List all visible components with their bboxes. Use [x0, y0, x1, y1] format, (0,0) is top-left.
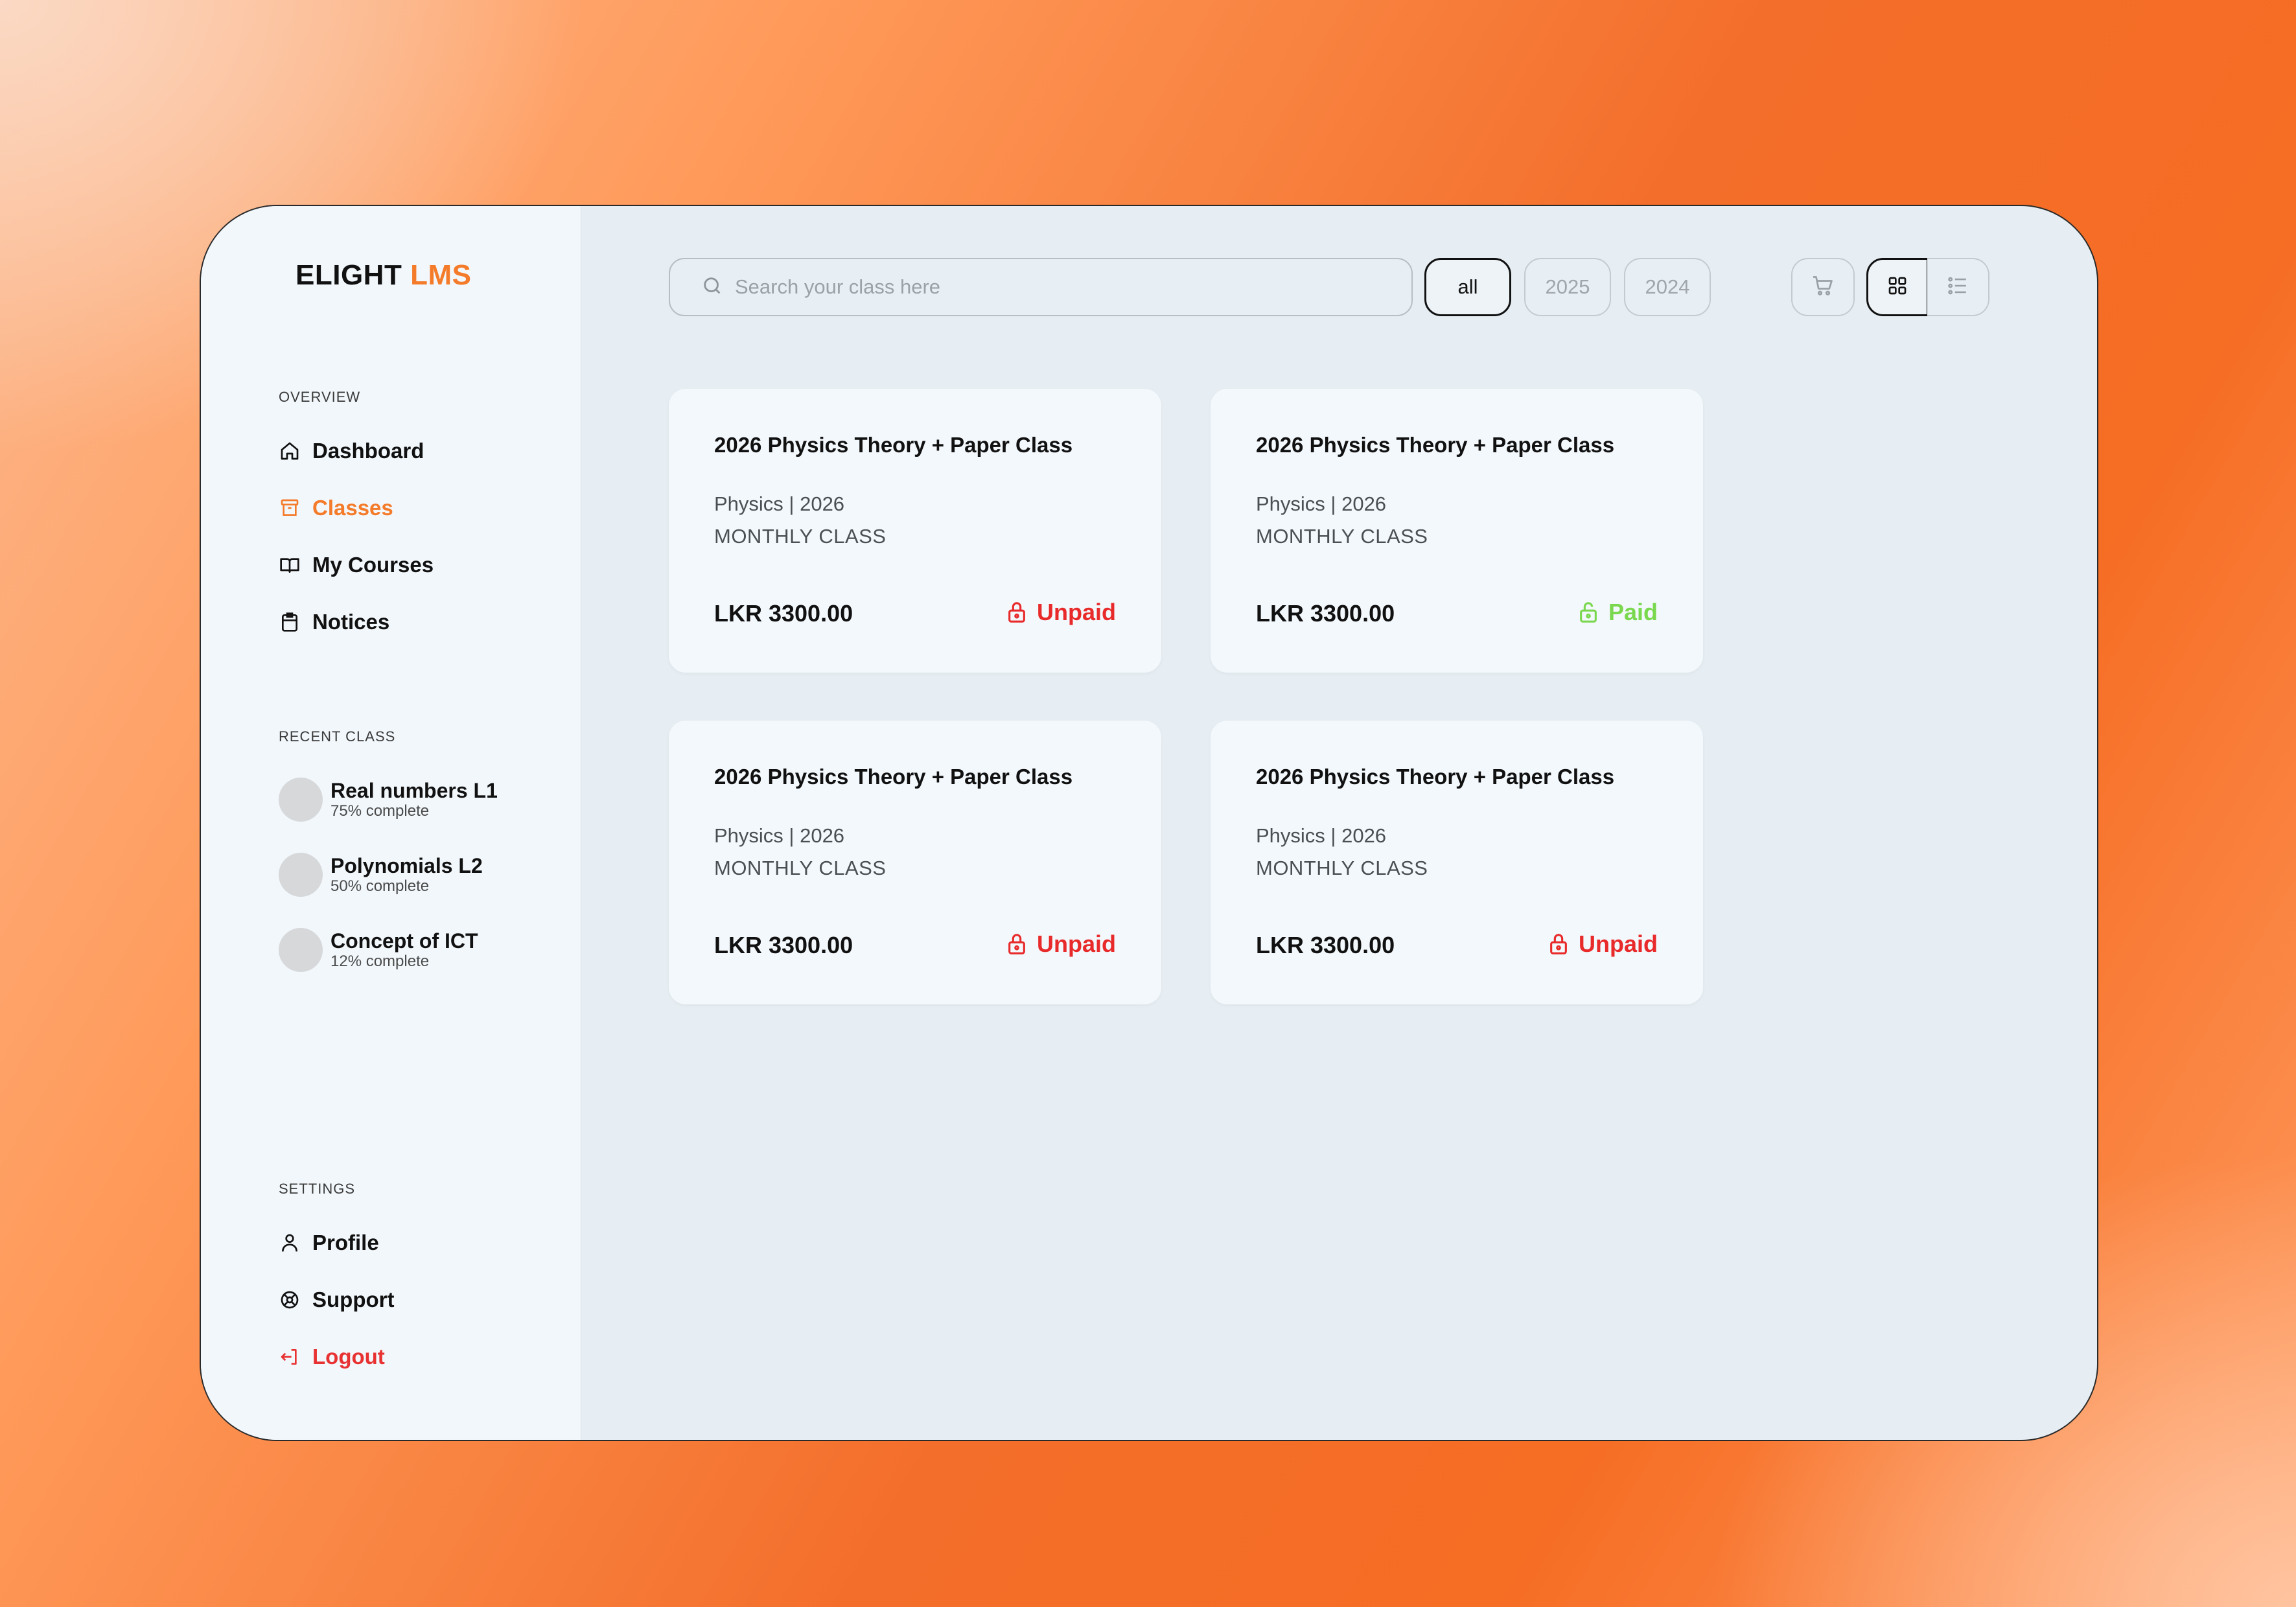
home-icon: [279, 440, 301, 462]
brand-accent: LMS: [410, 259, 472, 291]
sidebar-item-logout[interactable]: Logout: [279, 1337, 385, 1376]
sidebar-item-notices[interactable]: Notices: [279, 603, 389, 642]
brand-name: ELIGHT: [296, 259, 402, 291]
payment-status: Unpaid: [1549, 931, 1658, 958]
sidebar-item-profile[interactable]: Profile: [279, 1223, 379, 1262]
app-window: ELIGHT LMS OVERVIEW Dashboard Classes My…: [200, 205, 2098, 1441]
settings-label: SETTINGS: [279, 1181, 356, 1197]
class-avatar: [279, 778, 323, 822]
recent-class-progress: 50% complete: [330, 877, 430, 895]
sidebar-item-label: Classes: [312, 496, 393, 520]
class-price: LKR 3300.00: [1256, 600, 1395, 627]
cart-button[interactable]: [1791, 258, 1855, 316]
sidebar-item-support[interactable]: Support: [279, 1280, 394, 1319]
recent-class-title: Real numbers L1: [330, 779, 498, 802]
recent-class-item[interactable]: Polynomials L2 50% complete: [279, 853, 483, 897]
sidebar-item-label: Logout: [312, 1345, 385, 1369]
class-meta: Physics | 2026: [1256, 492, 1387, 515]
recent-class-title: Concept of ICT: [330, 929, 478, 953]
class-meta: Physics | 2026: [714, 824, 845, 847]
lock-icon: [1007, 933, 1026, 955]
search-icon: [701, 275, 723, 300]
class-title: 2026 Physics Theory + Paper Class: [714, 433, 1073, 457]
status-label: Unpaid: [1037, 931, 1116, 957]
list-view-button[interactable]: [1927, 258, 1989, 316]
cart-icon: [1811, 274, 1835, 301]
lock-icon: [1007, 601, 1026, 623]
sidebar-item-label: Dashboard: [312, 439, 424, 463]
status-label: Unpaid: [1037, 599, 1116, 625]
sidebar-item-classes[interactable]: Classes: [279, 489, 393, 527]
recent-class-label: RECENT CLASS: [279, 728, 396, 745]
sidebar-item-label: Support: [312, 1288, 395, 1312]
recent-class-item[interactable]: Concept of ICT 12% complete: [279, 928, 478, 972]
book-icon: [279, 554, 301, 576]
recent-class-progress: 12% complete: [330, 953, 430, 970]
class-price: LKR 3300.00: [714, 600, 853, 627]
recent-class-title: Polynomials L2: [330, 854, 483, 877]
clipboard-icon: [279, 611, 301, 633]
class-type: MONTHLY CLASS: [714, 525, 887, 548]
payment-status: Unpaid: [1007, 931, 1116, 958]
status-label: Paid: [1608, 599, 1658, 625]
class-card[interactable]: 2026 Physics Theory + Paper Class Physic…: [1211, 389, 1703, 673]
class-type: MONTHLY CLASS: [1256, 525, 1428, 548]
payment-status: Unpaid: [1007, 599, 1116, 626]
class-price: LKR 3300.00: [714, 932, 853, 958]
search-bar[interactable]: [669, 258, 1413, 316]
brand-logo: ELIGHT LMS: [296, 259, 471, 292]
class-card[interactable]: 2026 Physics Theory + Paper Class Physic…: [1211, 721, 1703, 1004]
sidebar-item-label: Notices: [312, 610, 390, 634]
class-avatar: [279, 853, 323, 897]
class-meta: Physics | 2026: [714, 492, 845, 515]
payment-status: Paid: [1579, 599, 1658, 626]
class-avatar: [279, 928, 323, 972]
lock-icon: [1549, 933, 1568, 955]
recent-class-progress: 75% complete: [330, 802, 430, 820]
sidebar-item-dashboard[interactable]: Dashboard: [279, 432, 424, 470]
logout-icon: [279, 1346, 301, 1368]
status-label: Unpaid: [1579, 931, 1658, 957]
filter-chip-2024[interactable]: 2024: [1624, 258, 1711, 316]
grid-view-button[interactable]: [1866, 258, 1929, 316]
class-title: 2026 Physics Theory + Paper Class: [1256, 765, 1615, 789]
class-title: 2026 Physics Theory + Paper Class: [714, 765, 1073, 789]
class-type: MONTHLY CLASS: [1256, 857, 1428, 879]
support-icon: [279, 1289, 301, 1311]
sidebar-item-label: Profile: [312, 1231, 379, 1254]
class-card[interactable]: 2026 Physics Theory + Paper Class Physic…: [669, 721, 1161, 1004]
grid-icon: [1887, 275, 1908, 299]
class-meta: Physics | 2026: [1256, 824, 1387, 847]
class-type: MONTHLY CLASS: [714, 857, 887, 879]
class-card[interactable]: 2026 Physics Theory + Paper Class Physic…: [669, 389, 1161, 673]
sidebar: ELIGHT LMS OVERVIEW Dashboard Classes My…: [201, 206, 581, 1440]
unlock-icon: [1579, 601, 1598, 623]
search-input[interactable]: [734, 275, 1319, 299]
archive-icon: [279, 497, 301, 519]
recent-class-item[interactable]: Real numbers L1 75% complete: [279, 778, 498, 822]
sidebar-item-label: My Courses: [312, 553, 434, 577]
filter-chip-all[interactable]: all: [1424, 258, 1511, 316]
sidebar-item-my-courses[interactable]: My Courses: [279, 546, 434, 584]
user-icon: [279, 1232, 301, 1254]
filter-chip-2025[interactable]: 2025: [1524, 258, 1611, 316]
class-title: 2026 Physics Theory + Paper Class: [1256, 433, 1615, 457]
class-price: LKR 3300.00: [1256, 932, 1395, 958]
list-icon: [1947, 275, 1969, 300]
overview-label: OVERVIEW: [279, 389, 361, 405]
